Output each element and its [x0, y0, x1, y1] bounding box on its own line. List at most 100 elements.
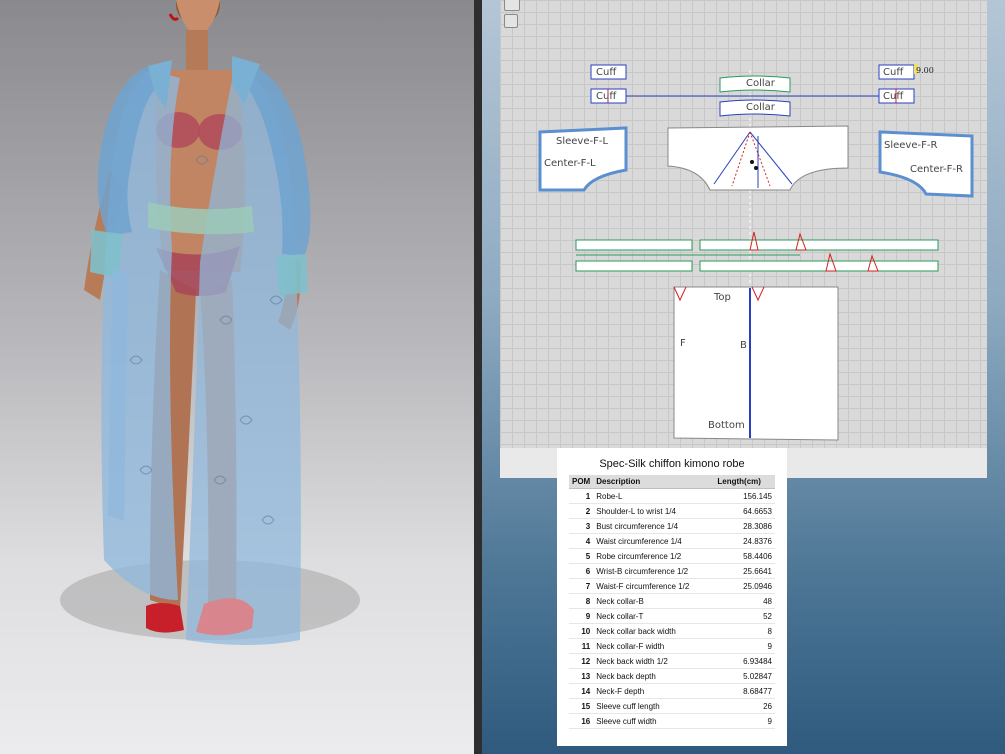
length-cell: 9: [714, 638, 775, 654]
avatar-render: [60, 0, 360, 645]
pom-cell: 9: [569, 608, 594, 624]
length-cell: 156.145: [714, 488, 775, 504]
table-row: 10 Neck collar back width 8: [569, 623, 775, 639]
description-cell: Neck collar-F width: [593, 638, 715, 654]
cuff-label: Cuff: [596, 67, 617, 78]
pom-cell: 15: [569, 698, 594, 714]
robe-back-label: B: [740, 340, 747, 351]
length-cell: 9: [714, 713, 775, 729]
pattern-canvas[interactable]: Cuff Cuff Collar Collar Cuff 9.00 Cuff S…: [500, 0, 987, 478]
center-label: Center-F-L: [544, 158, 596, 169]
length-cell: 6.93484: [714, 653, 775, 669]
column-header-length: Length(cm): [714, 475, 775, 489]
pom-cell: 8: [569, 593, 594, 609]
pom-cell: 7: [569, 578, 594, 594]
pom-cell: 12: [569, 653, 594, 669]
pom-cell: 4: [569, 533, 594, 549]
description-cell: Waist-F circumference 1/2: [593, 578, 715, 594]
table-row: 15 Sleeve cuff length 26: [569, 698, 775, 714]
sleeve-label: Sleeve-F-R: [884, 140, 937, 151]
cuff-label: Cuff: [596, 91, 617, 102]
table-row: 14 Neck-F depth 8.68477: [569, 683, 775, 699]
column-header-pom: POM: [569, 475, 594, 489]
length-cell: 24.8376: [714, 533, 775, 549]
length-cell: 25.0946: [714, 578, 775, 594]
table-row: 16 Sleeve cuff width 9: [569, 713, 775, 729]
spec-title: Spec-Silk chiffon kimono robe: [599, 458, 745, 470]
pom-cell: 5: [569, 548, 594, 564]
pom-cell: 1: [569, 488, 594, 504]
collar-label: Collar: [746, 102, 776, 113]
description-cell: Waist circumference 1/4: [593, 533, 715, 549]
pattern-pieces: Cuff Cuff Collar Collar Cuff 9.00 Cuff S…: [538, 64, 974, 441]
robe-bottom-label: Bottom: [708, 420, 745, 431]
viewport-divider[interactable]: [474, 0, 482, 754]
description-cell: Shoulder-L to wrist 1/4: [593, 503, 715, 519]
description-cell: Neck back width 1/2: [593, 653, 715, 669]
description-cell: Wrist-B circumference 1/2: [593, 563, 715, 579]
table-row: 2 Shoulder-L to wrist 1/4 64.6653: [569, 503, 775, 519]
table-row: 7 Waist-F circumference 1/2 25.0946: [569, 578, 775, 594]
table-row: 5 Robe circumference 1/2 58.4406: [569, 548, 775, 564]
table-row: 12 Neck back width 1/2 6.93484: [569, 653, 775, 669]
table-row: 4 Waist circumference 1/4 24.8376: [569, 533, 775, 549]
table-row: 13 Neck back depth 5.02847: [569, 668, 775, 684]
length-cell: 28.3086: [714, 518, 775, 534]
measure-label: 9.00: [916, 66, 934, 75]
pom-cell: 2: [569, 503, 594, 519]
cuff-label: Cuff: [883, 91, 904, 102]
length-cell: 8: [714, 623, 775, 639]
cuff-piece-top-left[interactable]: Cuff: [590, 64, 627, 80]
robe-body-piece[interactable]: Top F B Bottom: [673, 286, 839, 441]
length-cell: 8.68477: [714, 683, 775, 699]
center-label: Center-F-R: [910, 164, 963, 175]
collar-piece-bottom[interactable]: Collar: [719, 99, 791, 117]
collar-label: Collar: [746, 78, 776, 89]
description-cell: Neck collar back width: [593, 623, 715, 639]
description-cell: Neck collar-B: [593, 593, 715, 609]
description-cell: Neck-F depth: [593, 683, 715, 699]
table-row: 1 Robe-L 156.145: [569, 488, 775, 504]
table-row: 9 Neck collar-T 52: [569, 608, 775, 624]
length-cell: 25.6641: [714, 563, 775, 579]
pom-cell: 6: [569, 563, 594, 579]
cuff-piece-bottom-left[interactable]: Cuff: [590, 88, 627, 104]
spec-table-header: POM Description Length(cm): [569, 475, 775, 489]
robe-top-label: Top: [713, 292, 731, 303]
spec-table: POM Description Length(cm) 1 Robe-L 156.14…: [569, 475, 775, 729]
pom-cell: 11: [569, 638, 594, 654]
cuff-label: Cuff: [883, 67, 904, 78]
pom-cell: 3: [569, 518, 594, 534]
description-cell: Robe-L: [593, 488, 715, 504]
length-cell: 58.4406: [714, 548, 775, 564]
table-row: 8 Neck collar-B 48: [569, 593, 775, 609]
cuff-piece-top-right[interactable]: Cuff: [878, 64, 915, 80]
description-cell: Sleeve cuff width: [593, 713, 715, 729]
bodice-piece[interactable]: [667, 125, 849, 191]
pom-cell: 13: [569, 668, 594, 684]
3d-avatar-viewport[interactable]: [0, 0, 474, 754]
cuff-piece-bottom-right[interactable]: Cuff: [878, 88, 915, 104]
column-header-description: Description: [593, 475, 715, 489]
sleeve-piece-left[interactable]: Sleeve-F-L Center-F-L: [538, 126, 628, 192]
description-cell: Robe circumference 1/2: [593, 548, 715, 564]
table-row: 6 Wrist-B circumference 1/2 25.6641: [569, 563, 775, 579]
description-cell: Neck back depth: [593, 668, 715, 684]
table-row: 3 Bust circumference 1/4 28.3086: [569, 518, 775, 534]
description-cell: Bust circumference 1/4: [593, 518, 715, 534]
length-cell: 26: [714, 698, 775, 714]
sleeve-piece-right[interactable]: Sleeve-F-R Center-F-R: [878, 130, 974, 198]
table-row: 11 Neck collar-F width 9: [569, 638, 775, 654]
robe-front-label: F: [680, 338, 686, 349]
pom-cell: 16: [569, 713, 594, 729]
length-cell: 48: [714, 593, 775, 609]
description-cell: Sleeve cuff length: [593, 698, 715, 714]
length-cell: 64.6653: [714, 503, 775, 519]
belt-strips[interactable]: [575, 231, 939, 272]
length-cell: 52: [714, 608, 775, 624]
spec-sheet-card: Spec-Silk chiffon kimono robe POM Descri…: [557, 448, 787, 746]
collar-piece-top[interactable]: Collar: [719, 75, 791, 93]
length-cell: 5.02847: [714, 668, 775, 684]
pom-cell: 14: [569, 683, 594, 699]
pom-cell: 10: [569, 623, 594, 639]
